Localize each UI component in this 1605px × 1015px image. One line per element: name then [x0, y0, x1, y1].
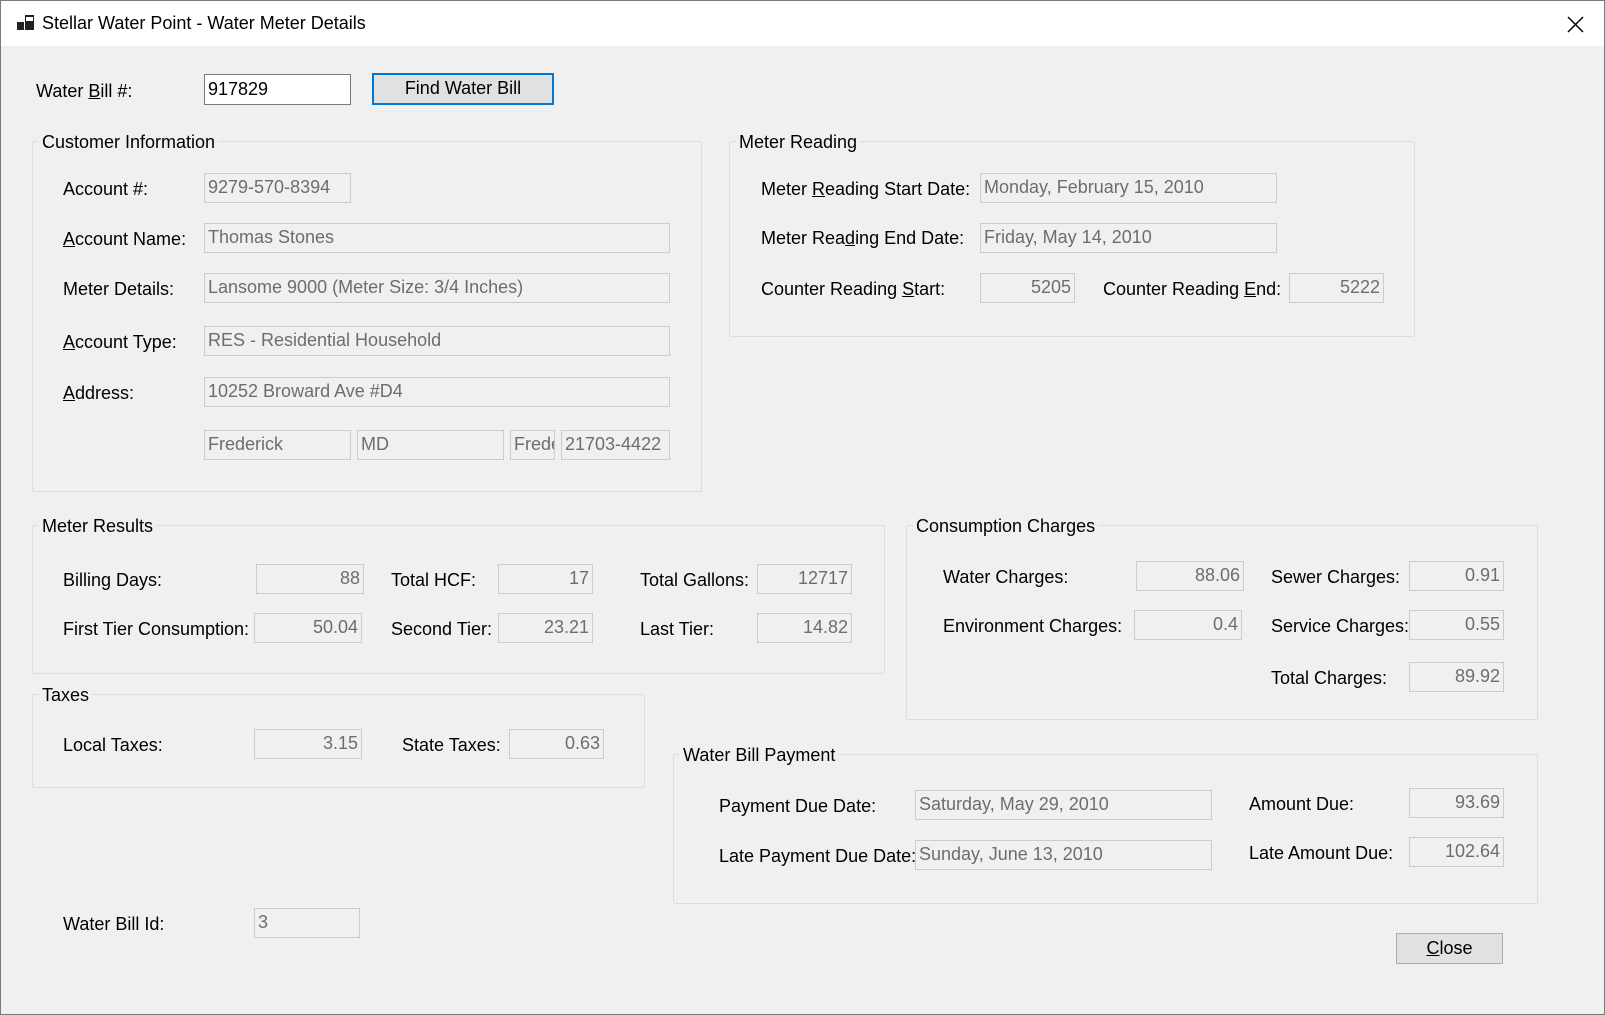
app-icon — [17, 15, 34, 30]
environment-charges-label: Environment Charges: — [943, 616, 1123, 636]
amount-due-field[interactable]: 93.69 — [1409, 788, 1504, 818]
address-label: Address: — [63, 383, 135, 403]
account-name-field[interactable]: Thomas Stones — [204, 223, 670, 253]
sewer-charges-label: Sewer Charges: — [1271, 567, 1401, 587]
city-field[interactable]: Frederick — [204, 430, 351, 460]
close-button[interactable]: Close — [1396, 933, 1503, 964]
account-type-label: Account Type: — [63, 332, 177, 352]
late-amount-due-label: Late Amount Due: — [1249, 843, 1394, 863]
account-number-label: Account #: — [63, 179, 149, 199]
address-field[interactable]: 10252 Broward Ave #D4 — [204, 377, 670, 407]
water-bill-id-field[interactable]: 3 — [254, 908, 360, 938]
meter-details-field[interactable]: Lansome 9000 (Meter Size: 3/4 Inches) — [204, 273, 670, 303]
counter-reading-end-field[interactable]: 5222 — [1289, 273, 1384, 303]
meter-reading-start-date-field[interactable]: Monday, February 15, 2010 — [980, 173, 1277, 203]
consumption-charges-title: Consumption Charges — [913, 515, 1099, 537]
title-bar: Stellar Water Point - Water Meter Detail… — [1, 1, 1604, 46]
billing-days-field[interactable]: 88 — [256, 564, 364, 594]
counter-reading-start-field[interactable]: 5205 — [980, 273, 1075, 303]
customer-information-title: Customer Information — [39, 131, 219, 153]
main-window: Stellar Water Point - Water Meter Detail… — [0, 0, 1605, 1015]
water-bill-id-label: Water Bill Id: — [63, 914, 165, 934]
sewer-charges-field[interactable]: 0.91 — [1409, 561, 1504, 591]
water-bill-number-input[interactable]: 917829 — [204, 74, 351, 105]
state-taxes-field[interactable]: 0.63 — [509, 729, 604, 759]
service-charges-label: Service Charges: — [1271, 616, 1410, 636]
meter-reading-title: Meter Reading — [736, 131, 861, 153]
counter-reading-start-label: Counter Reading Start: — [761, 279, 946, 299]
payment-due-date-label: Payment Due Date: — [719, 796, 877, 816]
total-charges-label: Total Charges: — [1271, 668, 1388, 688]
first-tier-consumption-label: First Tier Consumption: — [63, 619, 250, 639]
meter-reading-end-date-label: Meter Reading End Date: — [761, 228, 965, 248]
environment-charges-field[interactable]: 0.4 — [1134, 610, 1242, 640]
local-taxes-label: Local Taxes: — [63, 735, 163, 755]
amount-due-label: Amount Due: — [1249, 794, 1355, 814]
close-window-icon[interactable] — [1561, 11, 1589, 37]
meter-details-label: Meter Details: — [63, 279, 175, 299]
window-title: Stellar Water Point - Water Meter Detail… — [42, 13, 366, 33]
late-amount-due-field[interactable]: 102.64 — [1409, 837, 1504, 867]
water-charges-field[interactable]: 88.06 — [1136, 561, 1244, 591]
late-payment-due-date-label: Late Payment Due Date: — [719, 846, 917, 866]
local-taxes-field[interactable]: 3.15 — [254, 729, 362, 759]
meter-reading-start-date-label: Meter Reading Start Date: — [761, 179, 971, 199]
counter-reading-end-label: Counter Reading End: — [1103, 279, 1282, 299]
last-tier-label: Last Tier: — [640, 619, 715, 639]
total-gallons-label: Total Gallons: — [640, 570, 750, 590]
zip-code-field[interactable]: 21703-4422 — [561, 430, 670, 460]
account-number-field[interactable]: 9279-570-8394 — [204, 173, 351, 203]
total-hcf-label: Total HCF: — [391, 570, 477, 590]
second-tier-field[interactable]: 23.21 — [498, 613, 593, 643]
total-charges-field[interactable]: 89.92 — [1409, 662, 1504, 692]
meter-results-title: Meter Results — [39, 515, 157, 537]
county-field[interactable]: Frede — [510, 430, 555, 460]
account-name-label: Account Name: — [63, 229, 187, 249]
billing-days-label: Billing Days: — [63, 570, 163, 590]
late-payment-due-date-field[interactable]: Sunday, June 13, 2010 — [915, 840, 1212, 870]
payment-due-date-field[interactable]: Saturday, May 29, 2010 — [915, 790, 1212, 820]
water-charges-label: Water Charges: — [943, 567, 1069, 587]
state-field[interactable]: MD — [357, 430, 504, 460]
find-water-bill-button[interactable]: Find Water Bill — [372, 73, 554, 105]
water-bill-number-label: Water Bill #: — [36, 81, 133, 101]
water-bill-payment-title: Water Bill Payment — [680, 744, 839, 766]
last-tier-field[interactable]: 14.82 — [757, 613, 852, 643]
meter-results-group — [32, 525, 885, 674]
account-type-field[interactable]: RES - Residential Household — [204, 326, 670, 356]
state-taxes-label: State Taxes: — [402, 735, 501, 755]
meter-reading-end-date-field[interactable]: Friday, May 14, 2010 — [980, 223, 1277, 253]
water-bill-payment-group — [673, 754, 1538, 904]
second-tier-label: Second Tier: — [391, 619, 493, 639]
total-hcf-field[interactable]: 17 — [498, 564, 593, 594]
total-gallons-field[interactable]: 12717 — [757, 564, 852, 594]
first-tier-consumption-field[interactable]: 50.04 — [254, 613, 362, 643]
taxes-title: Taxes — [39, 684, 93, 706]
service-charges-field[interactable]: 0.55 — [1409, 610, 1504, 640]
